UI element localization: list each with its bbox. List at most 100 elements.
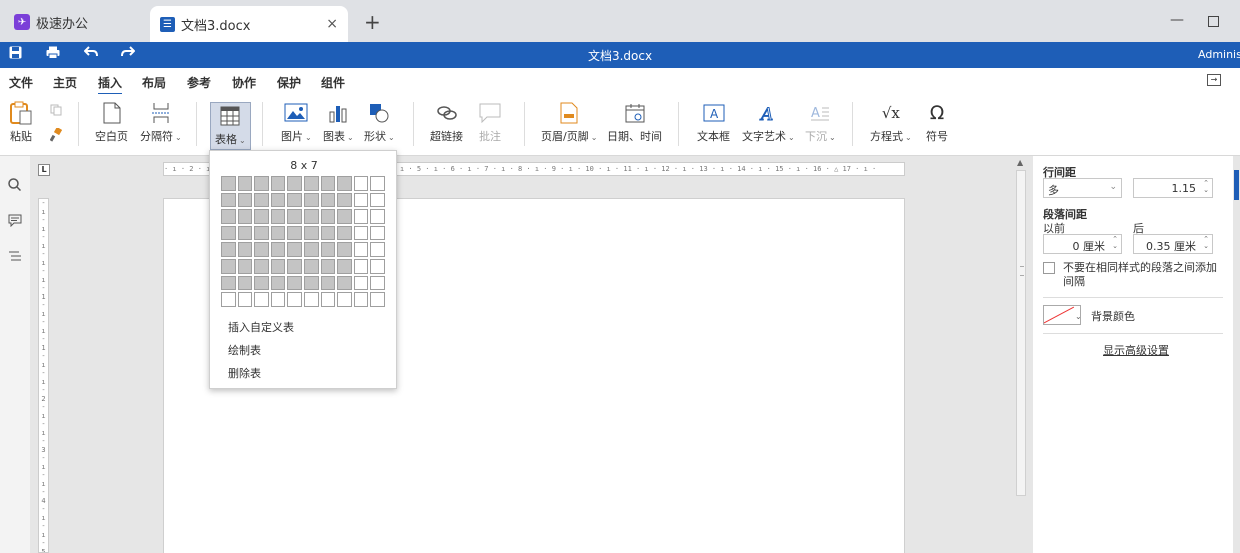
table-grid-cell[interactable]: [337, 176, 352, 191]
minimize-button[interactable]: —: [1170, 12, 1184, 28]
copy-icon[interactable]: [50, 104, 62, 116]
maximize-button[interactable]: [1208, 16, 1219, 27]
table-grid-cell[interactable]: [221, 258, 236, 274]
menu-home[interactable]: 主页: [53, 74, 77, 91]
menu-file[interactable]: 文件: [9, 74, 33, 91]
chart-button[interactable]: 图表 ⌄: [323, 102, 354, 144]
table-grid-cell[interactable]: [337, 275, 352, 291]
table-grid-cell[interactable]: [303, 292, 319, 307]
show-advanced-settings-link[interactable]: 显示高级设置: [1103, 342, 1169, 358]
hyperlink-button[interactable]: 超链接: [430, 102, 463, 144]
table-grid-cell[interactable]: [303, 258, 319, 274]
table-grid-cell[interactable]: [221, 209, 236, 224]
drop-cap-button[interactable]: A 下沉 ⌄: [805, 102, 836, 144]
new-tab-button[interactable]: +: [364, 10, 381, 34]
draw-table-item[interactable]: 绘制表: [228, 342, 261, 358]
table-grid-cell[interactable]: [237, 242, 253, 257]
header-footer-button[interactable]: 页眉/页脚 ⌄: [541, 102, 597, 144]
table-grid-cell[interactable]: [370, 209, 385, 224]
table-grid-cell[interactable]: [221, 192, 236, 208]
table-grid-cell[interactable]: [353, 176, 369, 191]
table-grid-cell[interactable]: [320, 225, 336, 241]
table-grid-cell[interactable]: [221, 275, 236, 291]
user-name[interactable]: Administ: [1198, 48, 1240, 61]
menu-insert[interactable]: 插入: [98, 74, 123, 95]
table-grid-cell[interactable]: [370, 242, 385, 257]
table-grid-cell[interactable]: [303, 275, 319, 291]
table-size-grid[interactable]: [221, 176, 387, 309]
table-grid-cell[interactable]: [303, 192, 319, 208]
spinner-icon[interactable]: ⌃ ⌄: [1203, 180, 1209, 194]
table-grid-cell[interactable]: [370, 192, 385, 208]
table-grid-cell[interactable]: [320, 258, 336, 274]
space-before-input[interactable]: 0 厘米 ⌃ ⌄: [1043, 234, 1122, 254]
blank-page-button[interactable]: 空白页: [95, 102, 128, 144]
table-grid-cell[interactable]: [353, 225, 369, 241]
table-grid-cell[interactable]: [353, 275, 369, 291]
table-grid-cell[interactable]: [337, 242, 352, 257]
spinner-icon[interactable]: ⌃ ⌄: [1203, 236, 1209, 250]
menu-references[interactable]: 参考: [187, 74, 211, 91]
table-grid-cell[interactable]: [353, 192, 369, 208]
table-grid-cell[interactable]: [337, 292, 352, 307]
table-grid-cell[interactable]: [221, 225, 236, 241]
table-grid-cell[interactable]: [337, 258, 352, 274]
table-grid-cell[interactable]: [254, 225, 269, 241]
app-tab[interactable]: ✈ 极速办公: [6, 8, 96, 36]
table-grid-cell[interactable]: [287, 242, 302, 257]
table-grid-cell[interactable]: [320, 242, 336, 257]
navigation-icon[interactable]: [8, 250, 22, 266]
table-grid-cell[interactable]: [320, 292, 336, 307]
table-grid-cell[interactable]: [270, 209, 286, 224]
chevron-down-icon[interactable]: ⌄: [1075, 312, 1082, 321]
shape-button[interactable]: 形状 ⌄: [364, 102, 395, 144]
insert-custom-table-item[interactable]: 插入自定义表: [228, 319, 294, 335]
table-grid-cell[interactable]: [237, 292, 253, 307]
table-grid-cell[interactable]: [270, 242, 286, 257]
table-grid-cell[interactable]: [287, 176, 302, 191]
delete-table-item[interactable]: 删除表: [228, 365, 261, 381]
comments-icon[interactable]: [8, 214, 22, 231]
table-grid-cell[interactable]: [237, 192, 253, 208]
table-grid-cell[interactable]: [287, 192, 302, 208]
table-grid-cell[interactable]: [303, 225, 319, 241]
space-after-input[interactable]: 0.35 厘米 ⌃ ⌄: [1133, 234, 1213, 254]
table-grid-cell[interactable]: [237, 258, 253, 274]
table-grid-cell[interactable]: [270, 275, 286, 291]
table-grid-cell[interactable]: [303, 176, 319, 191]
vertical-ruler[interactable]: -ı-ı-ı-ı-ı-1-ı-ı-1-ı-ı-2-ı-ı-3-ı-ı-4-ı-ı…: [38, 198, 49, 553]
table-grid-cell[interactable]: [270, 225, 286, 241]
table-grid-cell[interactable]: [221, 292, 236, 307]
spinner-icon[interactable]: ⌃ ⌄: [1112, 236, 1118, 250]
table-grid-cell[interactable]: [320, 176, 336, 191]
date-time-button[interactable]: 日期、时间: [607, 102, 662, 144]
table-grid-cell[interactable]: [320, 275, 336, 291]
menu-collaborate[interactable]: 协作: [232, 74, 256, 91]
table-grid-cell[interactable]: [303, 242, 319, 257]
table-grid-cell[interactable]: [353, 242, 369, 257]
table-grid-cell[interactable]: [287, 209, 302, 224]
table-grid-cell[interactable]: [254, 292, 269, 307]
table-grid-cell[interactable]: [287, 225, 302, 241]
menu-layout[interactable]: 布局: [142, 74, 166, 91]
line-spacing-mode-select[interactable]: 多 ⌄: [1043, 178, 1122, 198]
table-grid-cell[interactable]: [221, 176, 236, 191]
close-tab-icon[interactable]: ×: [326, 16, 338, 32]
table-grid-cell[interactable]: [353, 209, 369, 224]
scroll-up-icon[interactable]: ▲: [1017, 158, 1023, 167]
table-grid-cell[interactable]: [237, 275, 253, 291]
table-grid-cell[interactable]: [337, 209, 352, 224]
table-grid-cell[interactable]: [287, 292, 302, 307]
table-grid-cell[interactable]: [221, 242, 236, 257]
table-grid-cell[interactable]: [237, 176, 253, 191]
vertical-scrollbar[interactable]: ▲: [1015, 156, 1027, 553]
table-grid-cell[interactable]: [254, 209, 269, 224]
text-art-button[interactable]: A 文字艺术 ⌄: [742, 102, 795, 144]
table-grid-cell[interactable]: [254, 258, 269, 274]
scrollbar-thumb[interactable]: [1016, 170, 1026, 496]
table-grid-cell[interactable]: [320, 209, 336, 224]
table-grid-cell[interactable]: [287, 275, 302, 291]
table-grid-cell[interactable]: [370, 225, 385, 241]
menu-plugins[interactable]: 组件: [321, 74, 345, 91]
symbol-button[interactable]: Ω 符号: [926, 102, 948, 144]
